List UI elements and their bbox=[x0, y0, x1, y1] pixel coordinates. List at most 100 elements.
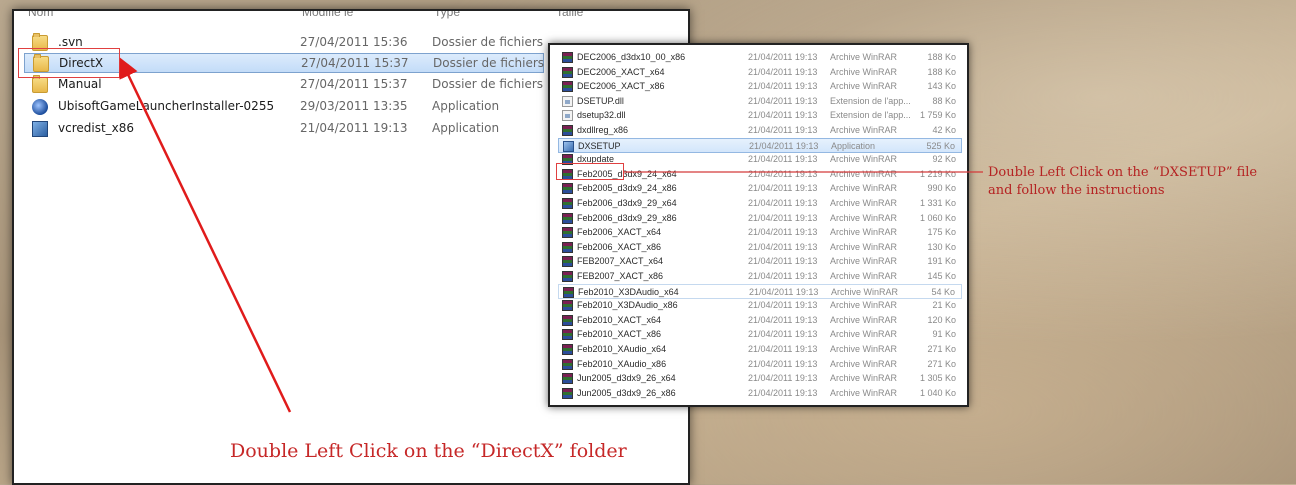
column-header-modified[interactable]: Modifié le bbox=[302, 11, 353, 19]
file-row[interactable]: Jun2005_d3dx9_26_x64 21/04/2011 19:13 Arch… bbox=[558, 371, 962, 386]
file-name: Feb2006_XACT_x86 bbox=[577, 241, 662, 252]
file-type: Archive WinRAR bbox=[830, 227, 898, 238]
file-name: DXSETUP bbox=[578, 140, 621, 151]
file-date: 21/04/2011 19:13 bbox=[748, 241, 818, 252]
file-date: 21/04/2011 19:13 bbox=[748, 300, 818, 311]
file-type: Archive WinRAR bbox=[830, 52, 898, 62]
file-row[interactable]: Feb2005_d3dx9_24_x86 21/04/2011 19:13 Arch… bbox=[558, 181, 962, 196]
file-name: dxdllreg_x86 bbox=[577, 125, 629, 135]
winrar-archive-icon bbox=[562, 183, 573, 195]
file-row[interactable]: dxdllreg_x86 21/04/2011 19:13 Archive WinR… bbox=[558, 123, 962, 138]
file-name: DEC2006_d3dx10_00_x86 bbox=[577, 52, 686, 62]
file-type: Archive WinRAR bbox=[830, 212, 898, 223]
file-name: dsetup32.dll bbox=[577, 110, 626, 121]
file-name: .svn bbox=[58, 35, 83, 49]
file-row[interactable]: Jun2005_d3dx9_26_x86 21/04/2011 19:13 Arch… bbox=[558, 386, 962, 401]
file-date: 21/04/2011 19:13 bbox=[300, 121, 408, 135]
file-name: Feb2010_XACT_x64 bbox=[577, 314, 662, 325]
column-header-size[interactable]: Taille bbox=[556, 11, 583, 19]
file-row[interactable]: Feb2006_XACT_x64 21/04/2011 19:13 Archive … bbox=[558, 225, 962, 240]
file-size: 143 Ko bbox=[927, 81, 956, 92]
dxsetup-highlight-box bbox=[556, 163, 624, 180]
file-row[interactable]: Feb2006_d3dx9_29_x64 21/04/2011 19:13 Arch… bbox=[558, 196, 962, 211]
file-type: Extension de l'app... bbox=[830, 110, 911, 121]
file-row[interactable]: DXSETUP 21/04/2011 19:13 Application 525 Ko bbox=[558, 137, 962, 153]
directx-highlight-box bbox=[18, 48, 120, 78]
column-header-type[interactable]: Type bbox=[434, 11, 460, 19]
file-row[interactable]: DEC2006_XACT_x86 21/04/2011 19:13 Archive … bbox=[558, 79, 962, 94]
column-header-name[interactable]: Nom bbox=[28, 11, 53, 19]
file-name: Feb2005_d3dx9_24_x86 bbox=[577, 183, 677, 194]
column-headers: Nom Modifié le Type Taille bbox=[14, 11, 688, 19]
file-date: 21/04/2011 19:13 bbox=[748, 344, 818, 354]
file-row[interactable]: Feb2010_X3DAudio_x86 21/04/2011 19:13 Arch… bbox=[558, 298, 962, 313]
file-row[interactable]: Feb2006_XACT_x86 21/04/2011 19:13 Archive … bbox=[558, 240, 962, 255]
file-date: 21/04/2011 19:13 bbox=[748, 271, 818, 281]
file-row[interactable]: Feb2006_d3dx9_29_x86 21/04/2011 19:13 Arch… bbox=[558, 211, 962, 226]
file-size: 271 Ko bbox=[927, 358, 956, 369]
file-size: 92 Ko bbox=[932, 154, 956, 165]
file-row[interactable]: Feb2010_XAudio_x86 21/04/2011 19:13 Archiv… bbox=[558, 357, 962, 372]
file-size: 525 Ko bbox=[926, 140, 955, 151]
file-row[interactable]: Feb2010_XACT_x64 21/04/2011 19:13 Archive … bbox=[558, 313, 962, 328]
file-date: 21/04/2011 19:13 bbox=[748, 125, 818, 135]
winrar-archive-icon bbox=[562, 125, 573, 136]
file-row[interactable]: DSETUP.dll 21/04/2011 19:13 Extension de l… bbox=[558, 94, 962, 109]
winrar-archive-icon bbox=[562, 198, 573, 209]
ubisoft-launcher-icon bbox=[32, 99, 48, 115]
file-date: 21/04/2011 19:13 bbox=[748, 358, 818, 369]
file-size: 271 Ko bbox=[927, 344, 956, 354]
file-name: Jun2005_d3dx9_26_x86 bbox=[577, 387, 676, 398]
file-name: Feb2010_XAudio_x86 bbox=[577, 358, 667, 369]
file-row-vcredist[interactable]: vcredist_x86 21/04/2011 19:13 Applicatio… bbox=[24, 119, 544, 139]
winrar-archive-icon bbox=[563, 286, 574, 298]
file-date: 21/04/2011 19:13 bbox=[748, 387, 818, 398]
file-row-manual[interactable]: Manual 27/04/2011 15:37 Dossier de fichi… bbox=[24, 75, 544, 95]
file-size: 42 Ko bbox=[932, 125, 956, 135]
winrar-archive-icon bbox=[562, 271, 573, 282]
file-row[interactable]: Feb2010_X3DAudio_x64 21/04/2011 19:13 Arch… bbox=[558, 283, 962, 299]
file-size: 145 Ko bbox=[927, 271, 956, 281]
file-type: Archive WinRAR bbox=[830, 300, 898, 311]
winrar-archive-icon bbox=[562, 256, 573, 268]
file-type: Archive WinRAR bbox=[830, 125, 898, 135]
file-name: vcredist_x86 bbox=[58, 121, 135, 135]
file-row[interactable]: DEC2006_XACT_x64 21/04/2011 19:13 Archive … bbox=[558, 65, 962, 80]
file-row-ubisoft-launcher[interactable]: UbisoftGameLauncherInstaller-0255 29/03/… bbox=[24, 97, 544, 117]
file-row[interactable]: Feb2010_XACT_x86 21/04/2011 19:13 Archive … bbox=[558, 327, 962, 342]
file-size: 21 Ko bbox=[932, 300, 956, 311]
file-date: 21/04/2011 19:13 bbox=[748, 212, 818, 223]
file-size: 130 Ko bbox=[927, 241, 956, 252]
file-name: Feb2006_XACT_x64 bbox=[577, 227, 662, 238]
file-date: 21/04/2011 19:13 bbox=[749, 140, 819, 151]
file-size: 54 Ko bbox=[931, 286, 955, 297]
file-size: 191 Ko bbox=[927, 256, 956, 267]
file-date: 21/04/2011 19:13 bbox=[748, 198, 818, 208]
file-date: 21/04/2011 19:13 bbox=[748, 154, 818, 165]
file-size: 1 305 Ko bbox=[919, 373, 956, 384]
file-size: 1 060 Ko bbox=[919, 212, 956, 223]
file-size: 188 Ko bbox=[927, 66, 956, 77]
winrar-archive-icon bbox=[562, 52, 573, 63]
file-type: Archive WinRAR bbox=[830, 387, 898, 398]
file-date: 29/03/2011 13:35 bbox=[300, 99, 408, 113]
file-size: 1 759 Ko bbox=[919, 110, 956, 121]
file-type: Archive WinRAR bbox=[830, 154, 898, 165]
file-row[interactable]: FEB2007_XACT_x86 21/04/2011 19:13 Archive … bbox=[558, 269, 962, 284]
file-row[interactable]: FEB2007_XACT_x64 21/04/2011 19:13 Archive … bbox=[558, 254, 962, 269]
file-name: FEB2007_XACT_x86 bbox=[577, 271, 664, 281]
file-row[interactable]: dsetup32.dll 21/04/2011 19:13 Extension de… bbox=[558, 108, 962, 123]
file-row[interactable]: Feb2010_XAudio_x64 21/04/2011 19:13 Archiv… bbox=[558, 342, 962, 357]
file-date: 21/04/2011 19:13 bbox=[748, 314, 818, 325]
file-date: 27/04/2011 15:37 bbox=[301, 56, 409, 70]
file-date: 21/04/2011 19:13 bbox=[748, 110, 818, 121]
file-type: Archive WinRAR bbox=[830, 373, 898, 384]
file-name: Feb2010_X3DAudio_x86 bbox=[577, 300, 678, 311]
file-name: DEC2006_XACT_x64 bbox=[577, 66, 665, 77]
file-type: Archive WinRAR bbox=[830, 241, 898, 252]
winrar-archive-icon bbox=[562, 241, 573, 253]
file-row[interactable]: DEC2006_d3dx10_00_x86 21/04/2011 19:13 Arc… bbox=[558, 50, 962, 65]
file-name: Jun2005_d3dx9_26_x64 bbox=[577, 373, 676, 384]
file-date: 21/04/2011 19:13 bbox=[748, 373, 818, 384]
file-type: Archive WinRAR bbox=[830, 358, 898, 369]
